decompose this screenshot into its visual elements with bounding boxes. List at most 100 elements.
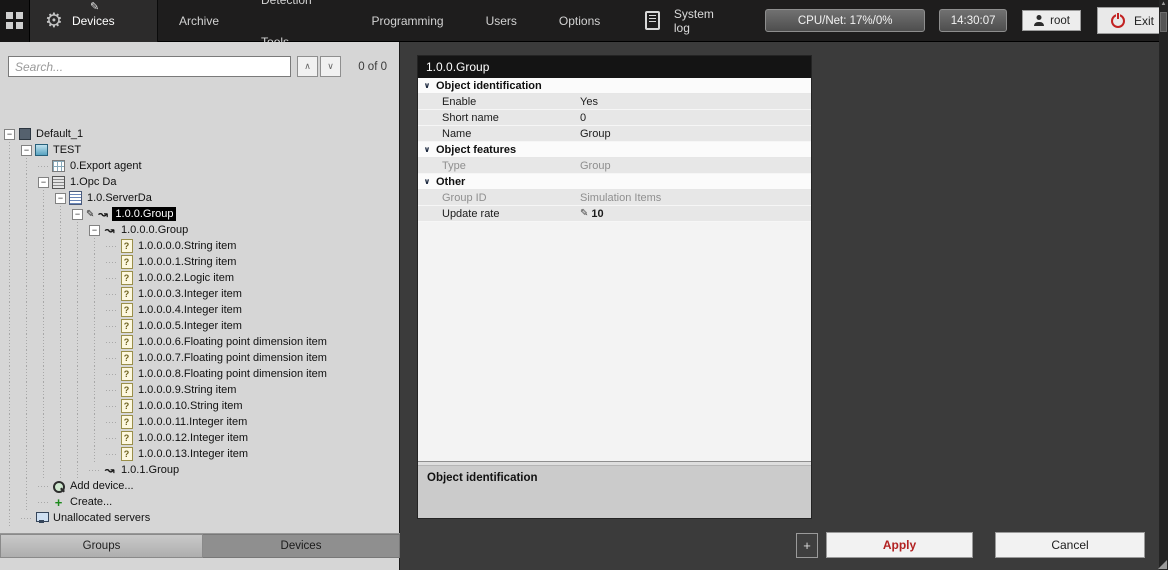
tree-connector xyxy=(106,270,120,286)
system-log-button[interactable]: System log xyxy=(645,7,731,35)
tree-item[interactable]: 1.0.0.0.0.String item xyxy=(4,238,397,254)
chevron-down-icon: ∨ xyxy=(327,61,334,72)
tree-item[interactable]: Unallocated servers xyxy=(4,510,397,526)
tree-item[interactable]: −1.0.0.0.Group xyxy=(4,222,397,238)
clock-button[interactable]: 14:30:07 xyxy=(939,9,1007,32)
tree-item-label: 1.0.0.0.6.Floating point dimension item xyxy=(136,336,329,348)
tree-guide-line xyxy=(89,238,106,254)
property-label: Group ID xyxy=(418,192,580,204)
chevron-down-icon[interactable]: ∨ xyxy=(418,145,436,154)
tree-item[interactable]: 1.0.0.0.12.Integer item xyxy=(4,430,397,446)
tree-item[interactable]: 1.0.0.0.6.Floating point dimension item xyxy=(4,334,397,350)
search-prev-button[interactable]: ∧ xyxy=(297,56,318,77)
property-row[interactable]: EnableYes xyxy=(418,94,811,110)
tree-item[interactable]: −Default_1 xyxy=(4,126,397,142)
cpu-net-button[interactable]: CPU/Net: 17%/0% xyxy=(765,9,925,32)
tab-options[interactable]: Options xyxy=(538,0,621,42)
tree-connector xyxy=(38,478,52,494)
tab-programming[interactable]: Programming xyxy=(351,0,465,42)
cancel-button[interactable]: Cancel xyxy=(995,532,1145,558)
system-log-label: System log xyxy=(674,7,731,35)
section-header[interactable]: ∨Object identification xyxy=(418,78,811,94)
search-next-button[interactable]: ∨ xyxy=(320,56,341,77)
tree-guide-line xyxy=(89,350,106,366)
tree-collapse-box[interactable]: − xyxy=(21,145,32,156)
tree-collapse-box[interactable]: − xyxy=(55,193,66,204)
tree-collapse-box[interactable]: − xyxy=(72,209,83,220)
property-row[interactable]: Short name0 xyxy=(418,110,811,126)
tree-item[interactable]: 1.0.0.0.4.Integer item xyxy=(4,302,397,318)
tree-connector xyxy=(21,510,35,526)
tree-collapse-box[interactable]: − xyxy=(4,129,15,140)
tab-devices-active[interactable]: ⚙ ✎ Devices xyxy=(30,0,158,42)
tree-item[interactable]: 1.0.0.0.8.Floating point dimension item xyxy=(4,366,397,382)
tree-guide-line xyxy=(21,174,38,190)
tree-guide-line xyxy=(72,334,89,350)
tree-item[interactable]: −1.0.ServerDa xyxy=(4,190,397,206)
tree-item[interactable]: 1.0.0.0.9.String item xyxy=(4,382,397,398)
apps-grid-icon xyxy=(6,12,23,29)
tree-item[interactable]: 1.0.0.0.2.Logic item xyxy=(4,270,397,286)
tree-item[interactable]: −✎1.0.0.Group xyxy=(4,206,397,222)
tree-guide-line xyxy=(89,254,106,270)
tree-item[interactable]: 1.0.0.0.10.String item xyxy=(4,398,397,414)
property-value[interactable]: Group xyxy=(580,160,811,172)
tree-item[interactable]: 1.0.0.0.7.Floating point dimension item xyxy=(4,350,397,366)
tab-groups[interactable]: Groups xyxy=(0,534,203,558)
property-value[interactable]: ✎10 xyxy=(580,208,811,220)
tree-guide-line xyxy=(89,430,106,446)
tree-item[interactable]: 1.0.0.0.3.Integer item xyxy=(4,286,397,302)
tree-item[interactable]: −TEST xyxy=(4,142,397,158)
tree-guide-line xyxy=(72,302,89,318)
tree-item[interactable]: − 1.Opc Da xyxy=(4,174,397,190)
tab-devices-bottom[interactable]: Devices xyxy=(203,534,400,558)
tab-archive[interactable]: Archive xyxy=(158,0,240,42)
tree-item[interactable]: 1.0.0.0.11.Integer item xyxy=(4,414,397,430)
tree-collapse-box[interactable]: − xyxy=(38,177,49,188)
tree-item[interactable]: 1.0.1.Group xyxy=(4,462,397,478)
property-value[interactable]: Simulation Items xyxy=(580,192,811,204)
tree-item-label: 1.Opc Da xyxy=(68,176,118,188)
property-value[interactable]: Yes xyxy=(580,96,811,108)
property-row[interactable]: Update rate✎10 xyxy=(418,206,811,222)
tree-item[interactable]: 1.0.0.0.1.String item xyxy=(4,254,397,270)
tab-users[interactable]: Users xyxy=(465,0,538,42)
section-header[interactable]: ∨Other xyxy=(418,174,811,190)
add-button[interactable]: + xyxy=(796,533,818,558)
property-value-text: Group xyxy=(580,160,611,172)
property-label: Name xyxy=(418,128,580,140)
apply-button[interactable]: Apply xyxy=(826,532,973,558)
property-value[interactable]: Group xyxy=(580,128,811,140)
property-row[interactable]: NameGroup xyxy=(418,126,811,142)
property-row[interactable]: Group IDSimulation Items xyxy=(418,190,811,206)
topbar-nav-tabs: ArchiveDetection ToolsProgrammingUsersOp… xyxy=(158,0,621,42)
property-value-text: Group xyxy=(580,128,611,140)
exit-button[interactable]: Exit xyxy=(1097,7,1168,34)
tree-item[interactable]: 0.Export agent xyxy=(4,158,397,174)
group-icon xyxy=(96,208,109,221)
search-input[interactable] xyxy=(8,56,291,77)
section-header[interactable]: ∨Object features xyxy=(418,142,811,158)
tree-item[interactable]: Create... xyxy=(4,494,397,510)
resize-grip[interactable] xyxy=(1158,560,1167,569)
tree-item[interactable]: Add device... xyxy=(4,478,397,494)
project-icon xyxy=(18,128,31,141)
tree-item[interactable]: 1.0.0.0.5.Integer item xyxy=(4,318,397,334)
tree-item[interactable]: 1.0.0.0.13.Integer item xyxy=(4,446,397,462)
property-row[interactable]: TypeGroup xyxy=(418,158,811,174)
vertical-scrollbar[interactable]: ▲ xyxy=(1159,0,1168,570)
item-icon xyxy=(120,352,133,365)
chevron-down-icon[interactable]: ∨ xyxy=(418,81,436,90)
tree-guide-line xyxy=(38,238,55,254)
apps-menu-button[interactable] xyxy=(0,0,30,42)
scroll-up-icon[interactable]: ▲ xyxy=(1159,1,1168,7)
property-value[interactable]: 0 xyxy=(580,112,811,124)
chevron-down-icon[interactable]: ∨ xyxy=(418,177,436,186)
tree-item-label: 1.0.0.Group xyxy=(112,207,176,221)
tree-guide-line xyxy=(21,462,38,478)
tree-connector xyxy=(89,462,103,478)
scrollbar-thumb[interactable] xyxy=(1160,12,1167,32)
tree-collapse-box[interactable]: − xyxy=(89,225,100,236)
user-button[interactable]: root xyxy=(1022,10,1081,31)
tree-guide-line xyxy=(55,350,72,366)
